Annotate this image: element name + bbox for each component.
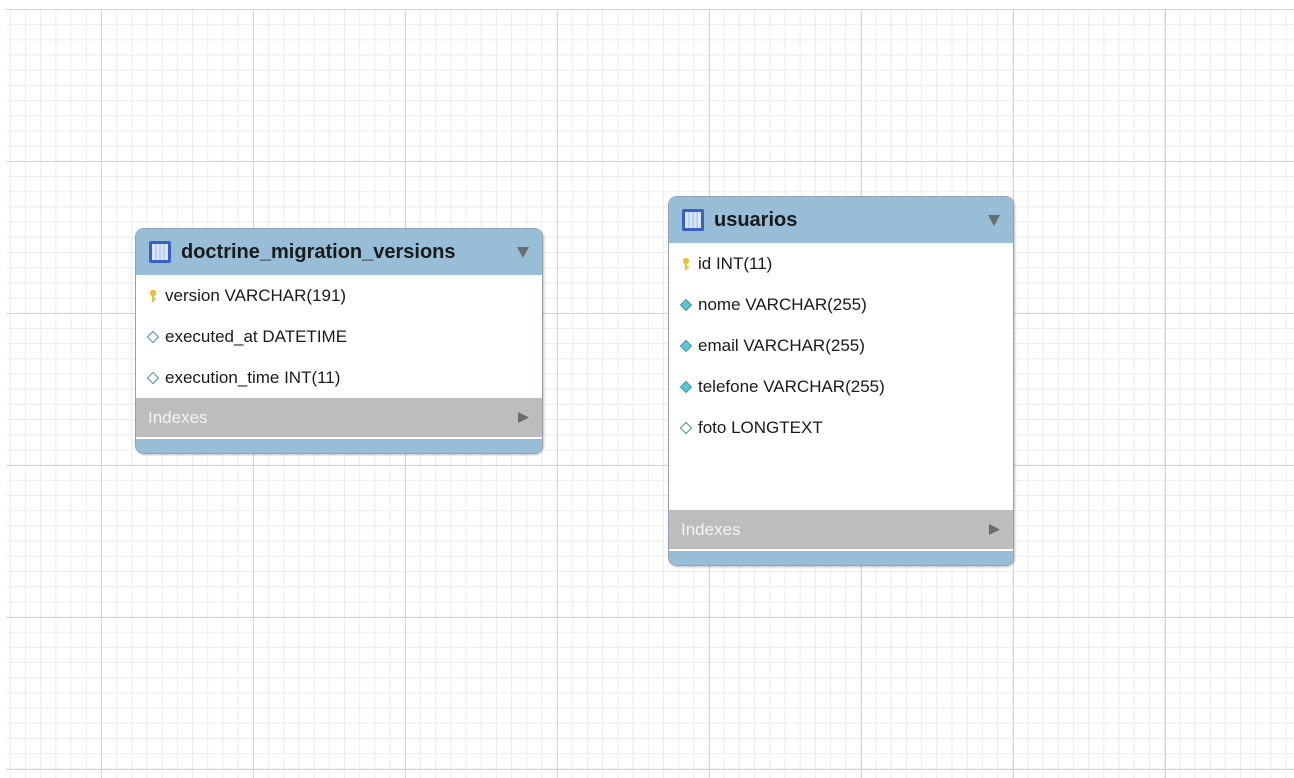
column-list: id INT(11) nome VARCHAR(255) email VARCH… [669, 243, 1013, 448]
column-label: email VARCHAR(255) [698, 335, 865, 355]
table-footer [669, 551, 1013, 565]
not-null-column-icon [679, 298, 693, 311]
table-footer [136, 439, 542, 453]
column-row[interactable]: version VARCHAR(191) [136, 275, 542, 316]
column-row[interactable]: foto LONGTEXT [669, 407, 1013, 448]
table-icon [149, 241, 171, 263]
nullable-column-icon [679, 421, 693, 434]
column-row[interactable]: execution_time INT(11) [136, 357, 542, 398]
table-header[interactable]: doctrine_migration_versions [136, 229, 542, 275]
column-list: version VARCHAR(191) executed_at DATETIM… [136, 275, 542, 398]
diagram-canvas[interactable]: doctrine_migration_versions version VARC… [0, 0, 1294, 778]
column-label: executed_at DATETIME [165, 326, 348, 346]
not-null-column-icon [679, 339, 693, 352]
indexes-section[interactable]: Indexes [136, 398, 542, 437]
column-label: id INT(11) [698, 253, 773, 273]
primary-key-icon [682, 257, 690, 270]
table-name: doctrine_migration_versions [181, 240, 456, 263]
expand-arrow-icon[interactable] [988, 523, 1001, 536]
column-label: execution_time INT(11) [165, 367, 341, 387]
column-row[interactable]: nome VARCHAR(255) [669, 284, 1013, 325]
column-row[interactable]: telefone VARCHAR(255) [669, 366, 1013, 407]
column-label: telefone VARCHAR(255) [698, 376, 885, 396]
column-row[interactable]: id INT(11) [669, 243, 1013, 284]
table-icon [682, 209, 704, 231]
indexes-label: Indexes [148, 407, 208, 427]
collapse-arrow-icon[interactable] [516, 245, 530, 259]
column-row[interactable]: executed_at DATETIME [136, 316, 542, 357]
nullable-column-icon [146, 371, 160, 384]
indexes-label: Indexes [681, 519, 741, 539]
table-name: usuarios [714, 208, 798, 231]
not-null-column-icon [679, 380, 693, 393]
table-header[interactable]: usuarios [669, 197, 1013, 243]
table-doctrine-migration-versions[interactable]: doctrine_migration_versions version VARC… [135, 228, 543, 454]
expand-arrow-icon[interactable] [517, 411, 530, 424]
table-usuarios[interactable]: usuarios id INT(11) nome VARCHAR(255) em… [668, 196, 1014, 566]
primary-key-icon [149, 289, 157, 302]
column-row[interactable]: email VARCHAR(255) [669, 325, 1013, 366]
column-label: nome VARCHAR(255) [698, 294, 867, 314]
nullable-column-icon [146, 330, 160, 343]
column-label: foto LONGTEXT [698, 417, 823, 437]
collapse-arrow-icon[interactable] [987, 213, 1001, 227]
column-label: version VARCHAR(191) [165, 285, 347, 305]
indexes-section[interactable]: Indexes [669, 510, 1013, 549]
